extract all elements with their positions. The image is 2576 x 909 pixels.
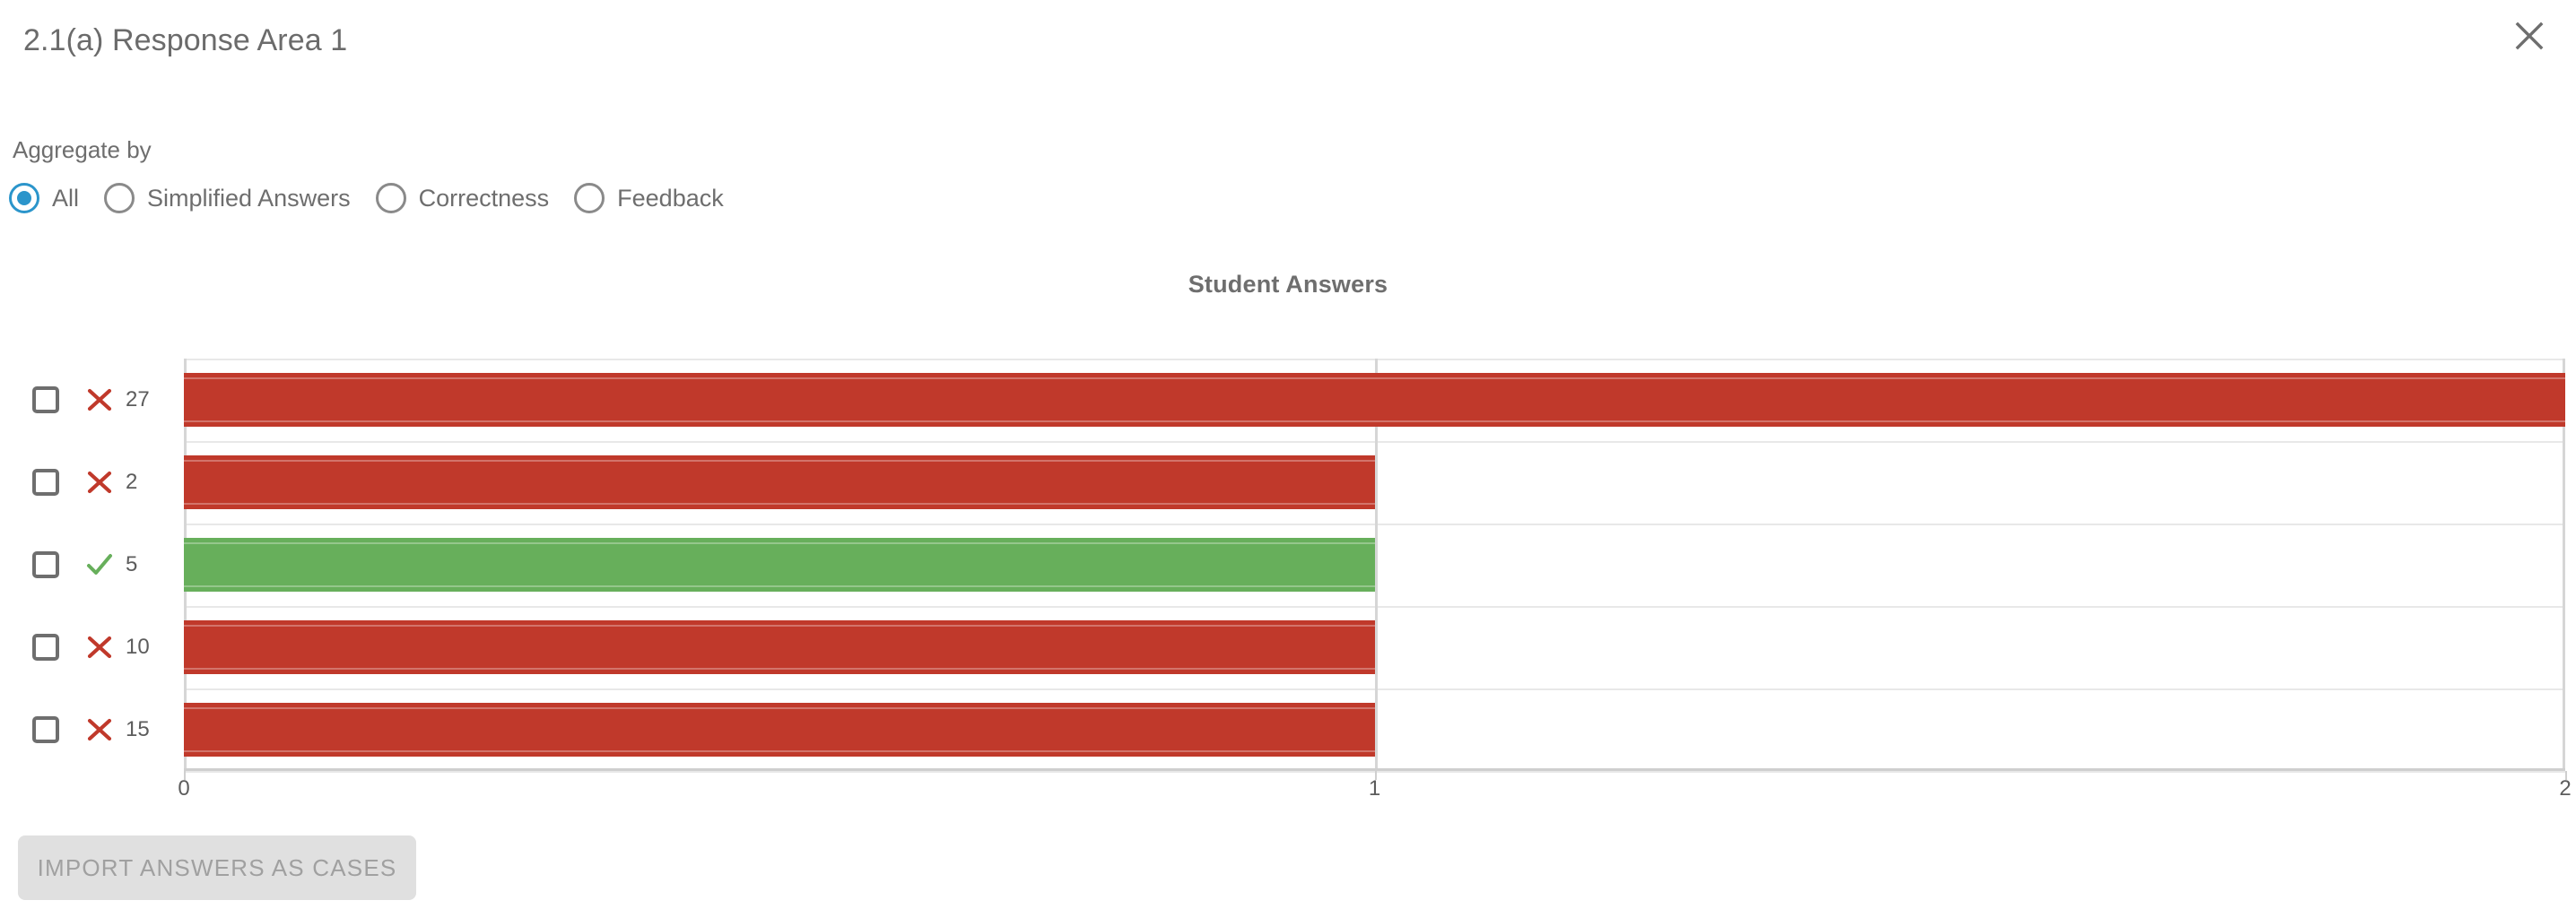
import-answers-as-cases-button[interactable]: IMPORT ANSWERS AS CASES xyxy=(18,835,416,900)
bar-highlight-line xyxy=(184,585,1375,587)
bar-highlight-line xyxy=(184,420,2565,422)
row-checkbox[interactable] xyxy=(32,386,59,413)
radio-circle-icon xyxy=(9,183,39,213)
bar-highlight-line xyxy=(184,460,1375,462)
aggregate-radio-feedback[interactable]: Feedback xyxy=(574,177,724,219)
bar-highlight-line xyxy=(184,542,1375,544)
chart-row-controls: 15 xyxy=(0,690,184,769)
chart-row-controls: 5 xyxy=(0,525,184,604)
aggregate-radio-label: Feedback xyxy=(617,185,724,212)
chart-x-tick-label: 0 xyxy=(178,776,189,801)
aggregate-radio-simplified-answers[interactable]: Simplified Answers xyxy=(104,177,351,219)
aggregate-radio-correctness[interactable]: Correctness xyxy=(376,177,550,219)
row-checkbox[interactable] xyxy=(32,634,59,661)
row-count-label: 10 xyxy=(126,635,150,660)
close-icon[interactable] xyxy=(2502,9,2556,63)
aggregate-radio-label: All xyxy=(52,185,79,212)
row-count-label: 15 xyxy=(126,717,150,742)
aggregate-radio-label: Correctness xyxy=(419,185,550,212)
row-checkbox[interactable] xyxy=(32,469,59,496)
aggregate-by-radio-group: All Simplified Answers Correctness Feedback xyxy=(9,177,749,219)
chart-bar[interactable] xyxy=(184,703,1375,757)
radio-circle-icon xyxy=(376,183,406,213)
chart-x-tick-label: 2 xyxy=(2559,776,2571,801)
page-title: 2.1(a) Response Area 1 xyxy=(23,23,347,58)
row-checkbox[interactable] xyxy=(32,551,59,578)
chart-row-controls: 27 xyxy=(0,360,184,439)
cross-icon xyxy=(84,385,115,415)
aggregate-radio-all[interactable]: All xyxy=(9,177,79,219)
bar-highlight-line xyxy=(184,503,1375,505)
radio-dot-icon xyxy=(384,191,398,205)
aggregate-radio-label: Simplified Answers xyxy=(147,185,351,212)
bar-highlight-line xyxy=(184,625,1375,627)
aggregate-by-label: Aggregate by xyxy=(13,136,152,164)
radio-dot-icon xyxy=(17,191,31,205)
bar-highlight-line xyxy=(184,707,1375,709)
chart-bar[interactable] xyxy=(184,620,1375,674)
response-area-dialog: 2.1(a) Response Area 1 Aggregate by All S… xyxy=(0,0,2576,909)
chart-x-tick-label: 1 xyxy=(1369,776,1380,801)
bar-highlight-line xyxy=(184,750,1375,752)
radio-dot-icon xyxy=(112,191,126,205)
row-count-label: 2 xyxy=(126,470,137,495)
cross-icon xyxy=(84,714,115,745)
radio-circle-icon xyxy=(574,183,605,213)
chart-row-controls: 2 xyxy=(0,443,184,522)
cross-icon xyxy=(84,467,115,498)
dialog-header: 2.1(a) Response Area 1 xyxy=(0,0,2576,86)
row-checkbox[interactable] xyxy=(32,716,59,743)
check-icon xyxy=(84,550,115,580)
chart-bar[interactable] xyxy=(184,538,1375,592)
radio-circle-icon xyxy=(104,183,135,213)
cross-icon xyxy=(84,632,115,662)
bar-highlight-line xyxy=(184,668,1375,670)
bar-highlight-line xyxy=(184,377,2565,379)
chart-title: Student Answers xyxy=(0,271,2576,299)
chart-bar[interactable] xyxy=(184,455,1375,509)
row-count-label: 27 xyxy=(126,387,150,412)
student-answers-bar-chart: 27251015012 xyxy=(0,359,2576,771)
radio-dot-icon xyxy=(582,191,596,205)
chart-row-controls: 10 xyxy=(0,608,184,687)
chart-bar[interactable] xyxy=(184,373,2565,427)
row-count-label: 5 xyxy=(126,552,137,577)
chart-plot-area xyxy=(184,359,2565,771)
